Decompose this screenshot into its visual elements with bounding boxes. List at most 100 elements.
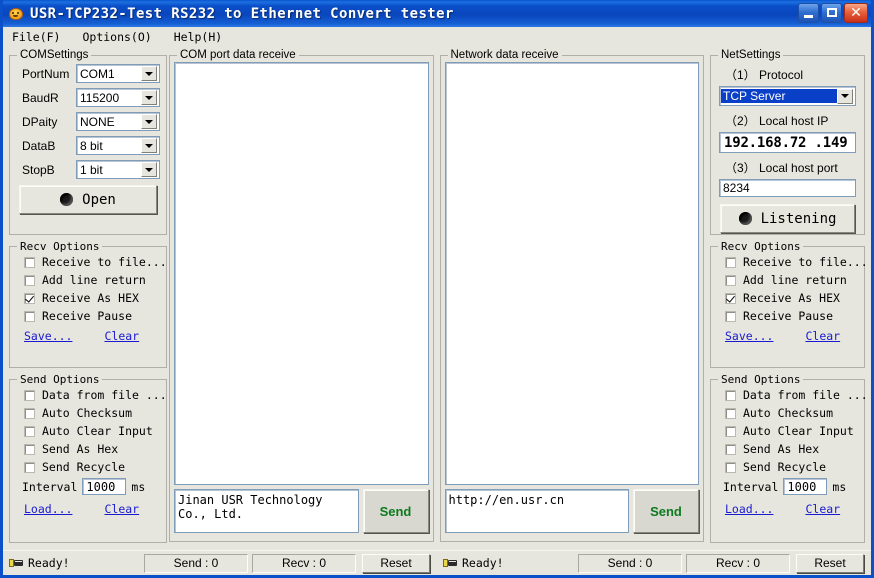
network-receive-group: Network data receive http://en.usr.cn Se… <box>439 49 704 542</box>
baudrate-select[interactable]: 115200 <box>76 88 160 107</box>
chevron-down-icon[interactable] <box>141 66 157 81</box>
portnum-row: PortNum COM1 <box>16 64 160 83</box>
left-send-as-hex-checkbox[interactable] <box>24 443 35 455</box>
network-send-button[interactable]: Send <box>633 489 699 533</box>
right-recv-clear-link[interactable]: Clear <box>805 329 840 343</box>
left-add-line-return-row[interactable]: Add line return <box>24 273 160 287</box>
left-recv-save-link[interactable]: Save... <box>24 329 72 343</box>
left-auto-checksum-label: Auto Checksum <box>42 406 133 420</box>
parity-select[interactable]: NONE <box>76 112 160 131</box>
right-data-from-file-row[interactable]: Data from file ... <box>725 388 868 402</box>
right-send-as-hex-checkbox[interactable] <box>725 443 736 455</box>
title-bar: USR-TCP232-Test RS232 to Ethernet Conver… <box>3 0 871 27</box>
left-reset-button[interactable]: Reset <box>362 553 430 573</box>
minimize-button[interactable] <box>798 3 819 23</box>
menu-item-options[interactable]: Options(O) <box>79 29 154 45</box>
pointing-hand-icon <box>443 557 458 569</box>
network-send-input[interactable]: http://en.usr.cn <box>444 489 629 533</box>
right-auto-clear-input-checkbox[interactable] <box>725 425 736 437</box>
left-send-clear-link[interactable]: Clear <box>104 502 139 516</box>
maximize-button[interactable] <box>821 3 842 23</box>
right-reset-button[interactable]: Reset <box>796 553 864 573</box>
menu-item-file[interactable]: File(F) <box>9 29 63 45</box>
right-add-line-return-row[interactable]: Add line return <box>725 273 858 287</box>
right-receive-as-hex-row[interactable]: Receive As HEX <box>725 291 858 305</box>
left-receive-as-hex-row[interactable]: Receive As HEX <box>24 291 160 305</box>
stopbits-value: 1 bit <box>80 162 103 177</box>
chevron-down-icon[interactable] <box>141 138 157 153</box>
stopbits-row: StopB 1 bit <box>16 160 160 179</box>
right-interval-label: Interval <box>723 479 779 494</box>
com-port-send-button[interactable]: Send <box>362 489 429 533</box>
baudrate-label: BaudR <box>22 90 59 105</box>
chevron-down-icon[interactable] <box>141 162 157 177</box>
right-auto-checksum-row[interactable]: Auto Checksum <box>725 406 858 420</box>
host-ip-label: （2） Local host IP <box>725 114 829 128</box>
databits-row: DataB 8 bit <box>16 136 160 155</box>
portnum-select[interactable]: COM1 <box>76 64 160 83</box>
right-status-text: Ready! <box>462 556 504 570</box>
left-recv-to-file-label: Receive to file... <box>42 255 167 269</box>
host-port-input[interactable]: 8234 <box>719 179 856 197</box>
com-port-receive-title: COM port data receive <box>177 49 299 61</box>
left-auto-clear-input-checkbox[interactable] <box>24 425 35 437</box>
left-recv-to-file-row[interactable]: Receive to file... <box>24 255 167 269</box>
left-send-recycle-checkbox[interactable] <box>24 461 35 473</box>
chevron-down-icon[interactable] <box>141 90 157 105</box>
right-send-recycle-row[interactable]: Send Recycle <box>725 460 858 474</box>
chevron-down-icon[interactable] <box>141 114 157 129</box>
left-receive-pause-checkbox[interactable] <box>24 310 35 322</box>
parity-value: NONE <box>80 114 115 129</box>
right-interval-input[interactable]: 1000 <box>783 478 828 495</box>
right-auto-clear-input-row[interactable]: Auto Clear Input <box>725 424 858 438</box>
left-auto-clear-input-row[interactable]: Auto Clear Input <box>24 424 160 438</box>
network-send-row: http://en.usr.cn Send <box>444 489 699 533</box>
right-recv-to-file-row[interactable]: Receive to file... <box>725 255 868 269</box>
right-receive-pause-checkbox[interactable] <box>725 310 736 322</box>
com-port-send-input[interactable]: Jinan USR Technology Co., Ltd. <box>174 489 359 533</box>
left-interval-label: Interval <box>22 479 78 494</box>
right-send-load-link[interactable]: Load... <box>725 502 773 516</box>
left-data-from-file-row[interactable]: Data from file ... <box>24 388 167 402</box>
left-receive-pause-row[interactable]: Receive Pause <box>24 309 160 323</box>
chevron-down-icon[interactable] <box>837 88 853 104</box>
right-send-clear-link[interactable]: Clear <box>805 502 840 516</box>
listening-button[interactable]: Listening <box>720 204 855 233</box>
close-button[interactable]: ✕ <box>844 3 868 23</box>
com-port-send-row: Jinan USR Technology Co., Ltd. Send <box>174 489 429 533</box>
left-receive-as-hex-checkbox[interactable] <box>24 292 35 304</box>
com-port-receive-area[interactable] <box>174 62 429 485</box>
left-send-load-link[interactable]: Load... <box>24 502 72 516</box>
window-title: USR-TCP232-Test RS232 to Ethernet Conver… <box>30 5 454 22</box>
left-send-recycle-row[interactable]: Send Recycle <box>24 460 160 474</box>
right-auto-checksum-checkbox[interactable] <box>725 407 736 419</box>
right-send-as-hex-row[interactable]: Send As Hex <box>725 442 858 456</box>
left-recv-options-title: Recv Options <box>17 240 103 253</box>
right-send-recycle-checkbox[interactable] <box>725 461 736 473</box>
right-recv-to-file-checkbox[interactable] <box>725 256 736 268</box>
stopbits-select[interactable]: 1 bit <box>76 160 160 179</box>
open-port-button[interactable]: Open <box>19 185 157 214</box>
network-receive-area[interactable] <box>444 62 699 485</box>
menu-item-help[interactable]: Help(H) <box>171 29 225 45</box>
com-port-receive-group: COM port data receive Jinan USR Technolo… <box>169 49 434 542</box>
protocol-select[interactable]: TCP Server <box>719 86 856 106</box>
left-send-as-hex-row[interactable]: Send As Hex <box>24 442 160 456</box>
left-interval-input[interactable]: 1000 <box>82 478 127 495</box>
left-data-from-file-checkbox[interactable] <box>24 389 35 401</box>
right-receive-as-hex-checkbox[interactable] <box>725 292 736 304</box>
left-recv-to-file-checkbox[interactable] <box>24 256 35 268</box>
right-receive-pause-row[interactable]: Receive Pause <box>725 309 858 323</box>
left-send-as-hex-label: Send As Hex <box>42 442 119 456</box>
left-recv-clear-link[interactable]: Clear <box>104 329 139 343</box>
databits-select[interactable]: 8 bit <box>76 136 160 155</box>
network-panel: Network data receive http://en.usr.cn Se… <box>439 48 704 550</box>
right-add-line-return-checkbox[interactable] <box>725 274 736 286</box>
right-data-from-file-checkbox[interactable] <box>725 389 736 401</box>
left-auto-checksum-row[interactable]: Auto Checksum <box>24 406 160 420</box>
left-add-line-return-checkbox[interactable] <box>24 274 35 286</box>
left-auto-checksum-checkbox[interactable] <box>24 407 35 419</box>
host-ip-input[interactable]: 192.168.72 .149 <box>719 132 856 153</box>
right-auto-clear-input-label: Auto Clear Input <box>743 424 854 438</box>
right-recv-save-link[interactable]: Save... <box>725 329 773 343</box>
